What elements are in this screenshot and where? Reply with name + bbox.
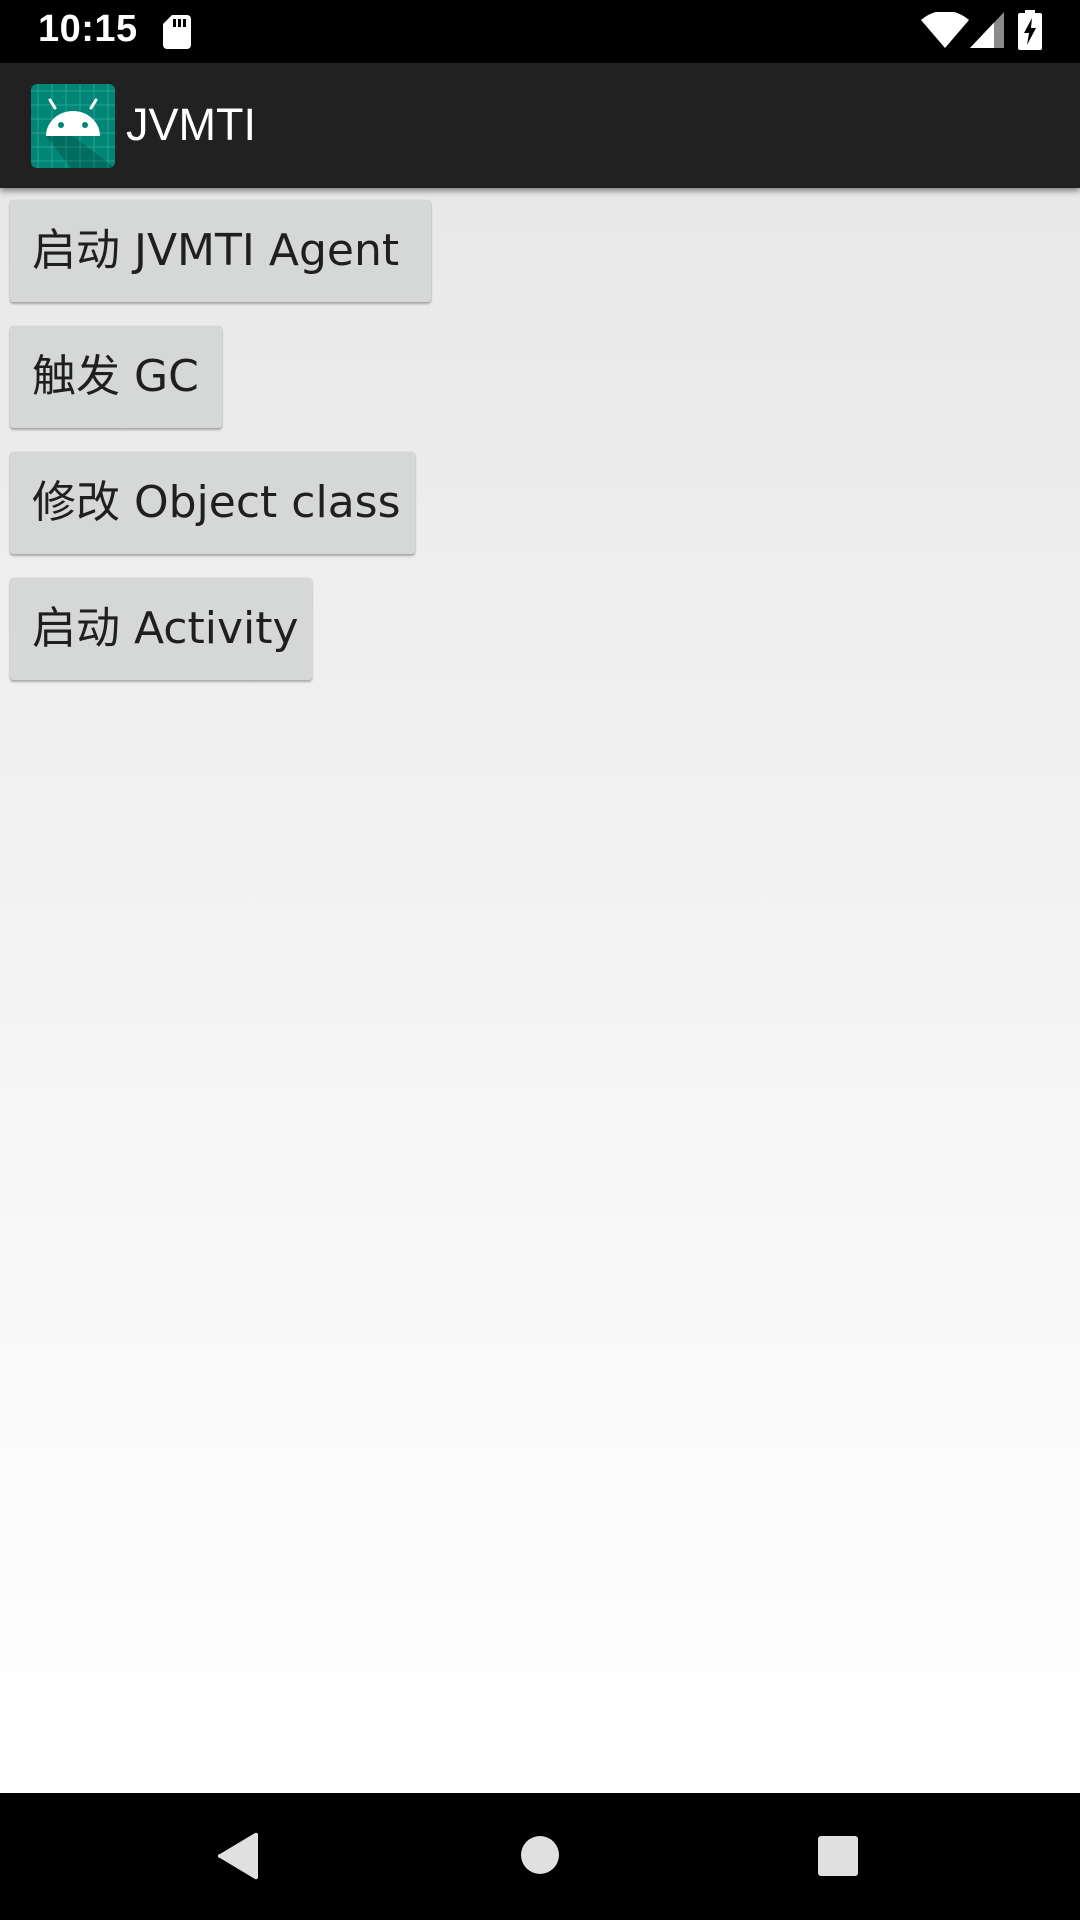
status-bar: 10:15 [0, 0, 1080, 63]
screen: 10:15 JVMTI 启动 JVMTI Agent 触发 GC 修改 Obje… [0, 0, 1080, 1920]
app-bar: JVMTI [0, 63, 1080, 188]
signal-icon [970, 12, 1004, 48]
start-jvmti-agent-button[interactable]: 启动 JVMTI Agent [10, 200, 431, 302]
android-launcher-icon [31, 84, 115, 168]
status-time: 10:15 [38, 8, 138, 50]
app-title: JVMTI [126, 99, 256, 150]
modify-object-class-button[interactable]: 修改 Object class [10, 452, 415, 554]
home-icon[interactable] [520, 1835, 560, 1875]
start-activity-button[interactable]: 启动 Activity [10, 578, 312, 680]
main-content: 启动 JVMTI Agent 触发 GC 修改 Object class 启动 … [0, 188, 1080, 1793]
back-icon[interactable] [216, 1831, 260, 1881]
recents-icon[interactable] [818, 1836, 858, 1876]
battery-charging-icon [1018, 10, 1042, 50]
trigger-gc-button[interactable]: 触发 GC [10, 326, 222, 428]
wifi-icon [921, 12, 969, 48]
navigation-bar [0, 1793, 1080, 1920]
sd-card-icon [163, 15, 191, 49]
